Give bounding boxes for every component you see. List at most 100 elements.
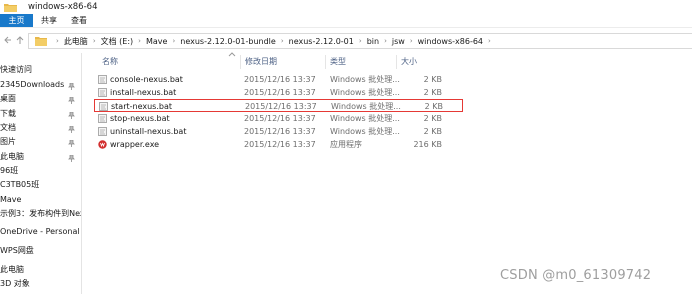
chevron-right-icon[interactable]: › bbox=[93, 37, 96, 45]
file-list: 名称 修改日期 类型 大小 console-nexus.bat 2015/12/1… bbox=[82, 52, 692, 294]
back-arrow-icon[interactable] bbox=[3, 34, 13, 46]
sidebar-item-label: 下载 bbox=[0, 109, 16, 118]
window-title: windows-x86-64 bbox=[28, 2, 98, 12]
sidebar-item-label: WPS网盘 bbox=[0, 246, 34, 255]
table-row[interactable]: wrapper.exe 2015/12/16 13:37 应用程序 216 KB bbox=[94, 138, 462, 151]
table-row[interactable]: install-nexus.bat 2015/12/16 13:37 Windows… bbox=[94, 86, 462, 99]
chevron-right-icon[interactable]: › bbox=[281, 37, 284, 45]
sidebar-item-label: C3TB05班 bbox=[0, 180, 40, 189]
cell-size: 2 KB bbox=[423, 88, 442, 97]
sidebar-item[interactable]: C3TB05班 bbox=[0, 178, 81, 191]
sidebar-item[interactable]: 示例3：发布构件到Nexus bbox=[0, 207, 81, 220]
folder-icon bbox=[4, 3, 17, 12]
sidebar-item-label: Mave bbox=[0, 195, 22, 204]
sidebar-item[interactable]: OneDrive - Personal bbox=[0, 225, 81, 238]
pin-icon[interactable] bbox=[68, 124, 75, 133]
cell-name: wrapper.exe bbox=[110, 140, 160, 149]
sidebar-item[interactable]: 下载 bbox=[0, 107, 81, 120]
breadcrumb-item[interactable]: nexus-2.12.0-01-bundle bbox=[180, 37, 276, 46]
chevron-right-icon[interactable]: › bbox=[172, 37, 175, 45]
breadcrumb: › 此电脑 › 文档 (E:) › Mave › nexus-2.12.0-01-bundle… bbox=[51, 34, 496, 48]
folder-icon bbox=[35, 36, 47, 46]
sidebar-item-label: 此电脑 bbox=[0, 152, 24, 161]
cell-type: 应用程序 bbox=[330, 140, 362, 149]
table-row[interactable]: stop-nexus.bat 2015/12/16 13:37 Windows 批处… bbox=[94, 112, 462, 125]
column-divider[interactable] bbox=[325, 55, 326, 69]
cell-type: Windows 批处理... bbox=[330, 88, 400, 97]
ribbon-tabs: 主页 共享 查看 bbox=[0, 14, 692, 27]
chevron-right-icon[interactable]: › bbox=[56, 37, 59, 45]
chevron-right-icon[interactable]: › bbox=[138, 37, 141, 45]
cell-size: 216 KB bbox=[413, 140, 442, 149]
cell-size: 2 KB bbox=[423, 75, 442, 84]
up-arrow-icon[interactable] bbox=[15, 34, 25, 46]
sidebar-item[interactable]: 图片 bbox=[0, 135, 81, 148]
column-header-type[interactable]: 类型 bbox=[330, 55, 346, 69]
file-explorer-window: windows-x86-64 主页 共享 查看 › 此电脑 › 文档 (E:) › Mav… bbox=[0, 0, 692, 294]
table-row[interactable]: console-nexus.bat 2015/12/16 13:37 Windows… bbox=[94, 73, 462, 86]
column-header-size[interactable]: 大小 bbox=[401, 55, 417, 69]
chevron-right-icon[interactable]: › bbox=[488, 37, 491, 45]
cell-date: 2015/12/16 13:37 bbox=[244, 127, 316, 136]
tab-home[interactable]: 主页 bbox=[0, 14, 33, 27]
sidebar-item-label: 图片 bbox=[0, 137, 16, 146]
sidebar-item-label: 96班 bbox=[0, 166, 19, 175]
cell-size: 2 KB bbox=[423, 127, 442, 136]
sidebar-item-label: OneDrive - Personal bbox=[0, 227, 80, 236]
sidebar-item[interactable]: 文档 bbox=[0, 121, 81, 134]
pin-icon[interactable] bbox=[68, 81, 75, 90]
breadcrumb-item[interactable]: jsw bbox=[392, 37, 405, 46]
sidebar-item[interactable]: 此电脑 bbox=[0, 263, 81, 276]
column-header-date[interactable]: 修改日期 bbox=[245, 55, 277, 69]
breadcrumb-item[interactable]: windows-x86-64 bbox=[418, 37, 483, 46]
pin-icon[interactable] bbox=[68, 153, 75, 162]
navigation-pane[interactable]: 快速访问 2345Downloads 桌面下载文档图片此电脑 96班 C3TB05班 Ma… bbox=[0, 53, 82, 294]
column-divider[interactable] bbox=[396, 55, 397, 69]
pin-icon[interactable] bbox=[68, 110, 75, 119]
cell-date: 2015/12/16 13:37 bbox=[244, 114, 316, 123]
bat-file-icon bbox=[98, 75, 107, 84]
sidebar-item[interactable]: 快速访问 bbox=[0, 63, 81, 76]
chevron-right-icon[interactable]: › bbox=[359, 37, 362, 45]
sidebar-item-label: 桌面 bbox=[0, 94, 16, 103]
column-header-name[interactable]: 名称 bbox=[102, 55, 118, 69]
sidebar-item[interactable]: Mave bbox=[0, 193, 81, 206]
table-row-highlighted[interactable]: start-nexus.bat 2015/12/16 13:37 Windows 批… bbox=[94, 99, 463, 112]
cell-name: uninstall-nexus.bat bbox=[110, 127, 187, 136]
breadcrumb-item[interactable]: 文档 (E:) bbox=[101, 36, 134, 47]
watermark: CSDN @m0_61309742 bbox=[500, 268, 652, 283]
breadcrumb-item[interactable]: bin bbox=[367, 37, 379, 46]
tab-share[interactable]: 共享 bbox=[38, 14, 60, 27]
pin-icon[interactable] bbox=[68, 138, 75, 147]
chevron-right-icon[interactable]: › bbox=[384, 37, 387, 45]
sidebar-item[interactable]: WPS网盘 bbox=[0, 244, 81, 257]
address-row: › 此电脑 › 文档 (E:) › Mave › nexus-2.12.0-01-bundle… bbox=[0, 27, 692, 54]
breadcrumb-item[interactable]: Mave bbox=[146, 37, 167, 46]
cell-date: 2015/12/16 13:37 bbox=[244, 140, 316, 149]
sidebar-item-label: 此电脑 bbox=[0, 265, 24, 274]
cell-date: 2015/12/16 13:37 bbox=[244, 75, 316, 84]
cell-type: Windows 批处理... bbox=[330, 75, 400, 84]
sidebar-item-label: 文档 bbox=[0, 123, 16, 132]
sidebar-item[interactable]: 96班 bbox=[0, 164, 81, 177]
pin-icon[interactable] bbox=[68, 95, 75, 104]
sidebar-item-label: 快速访问 bbox=[0, 65, 32, 74]
bat-file-icon bbox=[99, 102, 108, 111]
breadcrumb-item[interactable]: 此电脑 bbox=[64, 36, 88, 47]
tab-view[interactable]: 查看 bbox=[68, 14, 90, 27]
breadcrumb-item[interactable]: nexus-2.12.0-01 bbox=[289, 37, 354, 46]
table-row[interactable]: uninstall-nexus.bat 2015/12/16 13:37 Windo… bbox=[94, 125, 462, 138]
cell-type: Windows 批处理... bbox=[330, 114, 400, 123]
chevron-right-icon[interactable]: › bbox=[410, 37, 413, 45]
sidebar-item[interactable]: 此电脑 bbox=[0, 150, 81, 163]
sidebar-item[interactable]: 桌面 bbox=[0, 92, 81, 105]
cell-size: 2 KB bbox=[423, 114, 442, 123]
sidebar-item[interactable]: 3D 对象 bbox=[0, 277, 81, 290]
bat-file-icon bbox=[98, 88, 107, 97]
sidebar-item[interactable]: 2345Downloads bbox=[0, 78, 81, 91]
column-divider[interactable] bbox=[240, 55, 241, 69]
cell-type: Windows 批处理... bbox=[330, 127, 400, 136]
title-bar: windows-x86-64 bbox=[0, 0, 692, 14]
address-bar[interactable]: › 此电脑 › 文档 (E:) › Mave › nexus-2.12.0-01-bundle… bbox=[28, 33, 692, 49]
cell-name: console-nexus.bat bbox=[110, 75, 183, 84]
